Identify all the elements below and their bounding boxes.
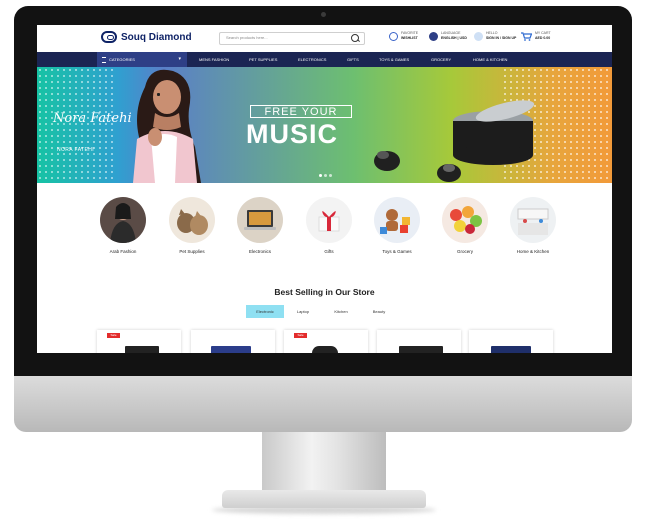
main-nav: CATEGORIES ▾ MENS FASHION PET SUPPLIES E… [37,52,612,67]
product-image [211,346,251,353]
grocery-icon [442,197,488,243]
monitor-stand-foot [222,490,426,508]
category-electronics[interactable]: Electronics [230,197,290,254]
product-card[interactable] [469,330,553,353]
category-pet-supplies[interactable]: Pet Supplies [162,197,222,254]
site-logo[interactable]: Souq Diamond [101,31,192,43]
category-gifts[interactable]: Gifts [299,197,359,254]
globe-icon [429,31,438,41]
category-toys-games[interactable]: Toys & Games [367,197,427,254]
category-home-kitchen[interactable]: Home & Kitchen [503,197,563,254]
category-label: Electronics [248,249,271,254]
user-icon [474,31,483,41]
category-label: Toys & Games [382,249,412,254]
product-image [125,346,159,353]
headline-top: FREE YOUR [250,105,352,118]
cart-link[interactable]: MY CART AED 0.00 [521,31,551,41]
nav-link-grocery[interactable]: GROCERY [431,57,451,62]
webcam-icon [321,12,326,17]
category-label: Arab Fashion [109,249,137,254]
monitor-chin [14,376,632,432]
category-arab-fashion[interactable]: Arab Fashion [93,197,153,254]
wishlist-link[interactable]: FAVORITE WISHLIST [389,31,418,41]
heart-icon [389,31,398,41]
category-label: Home & Kitchen [516,249,550,254]
nav-link-home-kitchen[interactable]: HOME & KITCHEN [473,57,507,62]
hero-banner[interactable]: Nora Fatehi NORA FATEHI FREE YOUR MUSIC [37,67,612,183]
product-card[interactable] [377,330,461,353]
top-header: Souq Diamond Search products here... FAV… [37,25,612,51]
account-link[interactable]: HELLO SIGN IN / SIGN UP [474,31,516,41]
category-label: Gifts [324,249,334,254]
nav-link-electronics[interactable]: ELECTRONICS [298,57,326,62]
category-label: Pet Supplies [179,249,205,254]
product-card[interactable]: Sale [97,330,181,353]
product-tabs: Electronic Laptop Kitchen Beauty [246,305,398,318]
tab-kitchen[interactable]: Kitchen [322,305,360,318]
account-label: SIGN IN / SIGN UP [486,36,517,40]
pets-icon [169,197,215,243]
product-image [312,346,338,353]
categories-label: CATEGORIES [109,57,135,62]
menu-icon [102,57,106,63]
carousel-dot[interactable] [324,174,327,177]
model-image [133,69,201,183]
kitchen-icon [510,197,556,243]
monitor-stand-neck [262,432,386,494]
nav-link-gifts[interactable]: GIFTS [347,57,359,62]
headline-main: MUSIC [246,119,338,149]
tab-laptop[interactable]: Laptop [284,305,322,318]
category-label: Grocery [456,249,473,254]
chevron-down-icon: ▾ [178,56,181,62]
sale-badge: Sale [107,333,120,338]
search-input[interactable]: Search products here... [219,32,365,45]
carousel-dot[interactable] [329,174,332,177]
carousel-dot[interactable] [319,174,322,177]
section-title: Best Selling in Our Store [274,287,375,297]
product-card[interactable]: Sale [284,330,368,353]
tab-beauty[interactable]: Beauty [360,305,398,318]
nav-link-toys-games[interactable]: TOYS & GAMES [379,57,409,62]
gift-icon [306,197,352,243]
carousel-indicators[interactable] [319,174,332,177]
wishlist-label: WISHLIST [401,36,418,40]
sale-badge: Sale [294,333,307,338]
product-card[interactable] [191,330,275,353]
language-selector[interactable]: LANGUAGE ENGLISH | USD [429,31,467,41]
earbuds-image [374,100,535,182]
screen: Souq Diamond Search products here... FAV… [37,25,612,353]
nav-link-mens-fashion[interactable]: MENS FASHION [199,57,229,62]
cart-icon [521,31,532,41]
toys-icon [374,197,420,243]
logo-text: Souq Diamond [121,31,192,43]
search-placeholder: Search products here... [226,35,268,40]
search-icon[interactable] [351,34,359,42]
category-grocery[interactable]: Grocery [435,197,495,254]
language-label: ENGLISH | USD [441,36,467,40]
cart-total: AED 0.00 [535,36,551,40]
categories-dropdown[interactable]: CATEGORIES ▾ [97,52,187,67]
tab-electronic[interactable]: Electronic [246,305,284,318]
nav-link-pet-supplies[interactable]: PET SUPPLIES [249,57,277,62]
diamond-logo-icon [101,31,117,43]
product-image [491,346,531,353]
laptop-icon [237,197,283,243]
product-image [399,346,443,353]
celebrity-name: NORA FATEHI [57,147,95,153]
fashion-icon [100,197,146,243]
